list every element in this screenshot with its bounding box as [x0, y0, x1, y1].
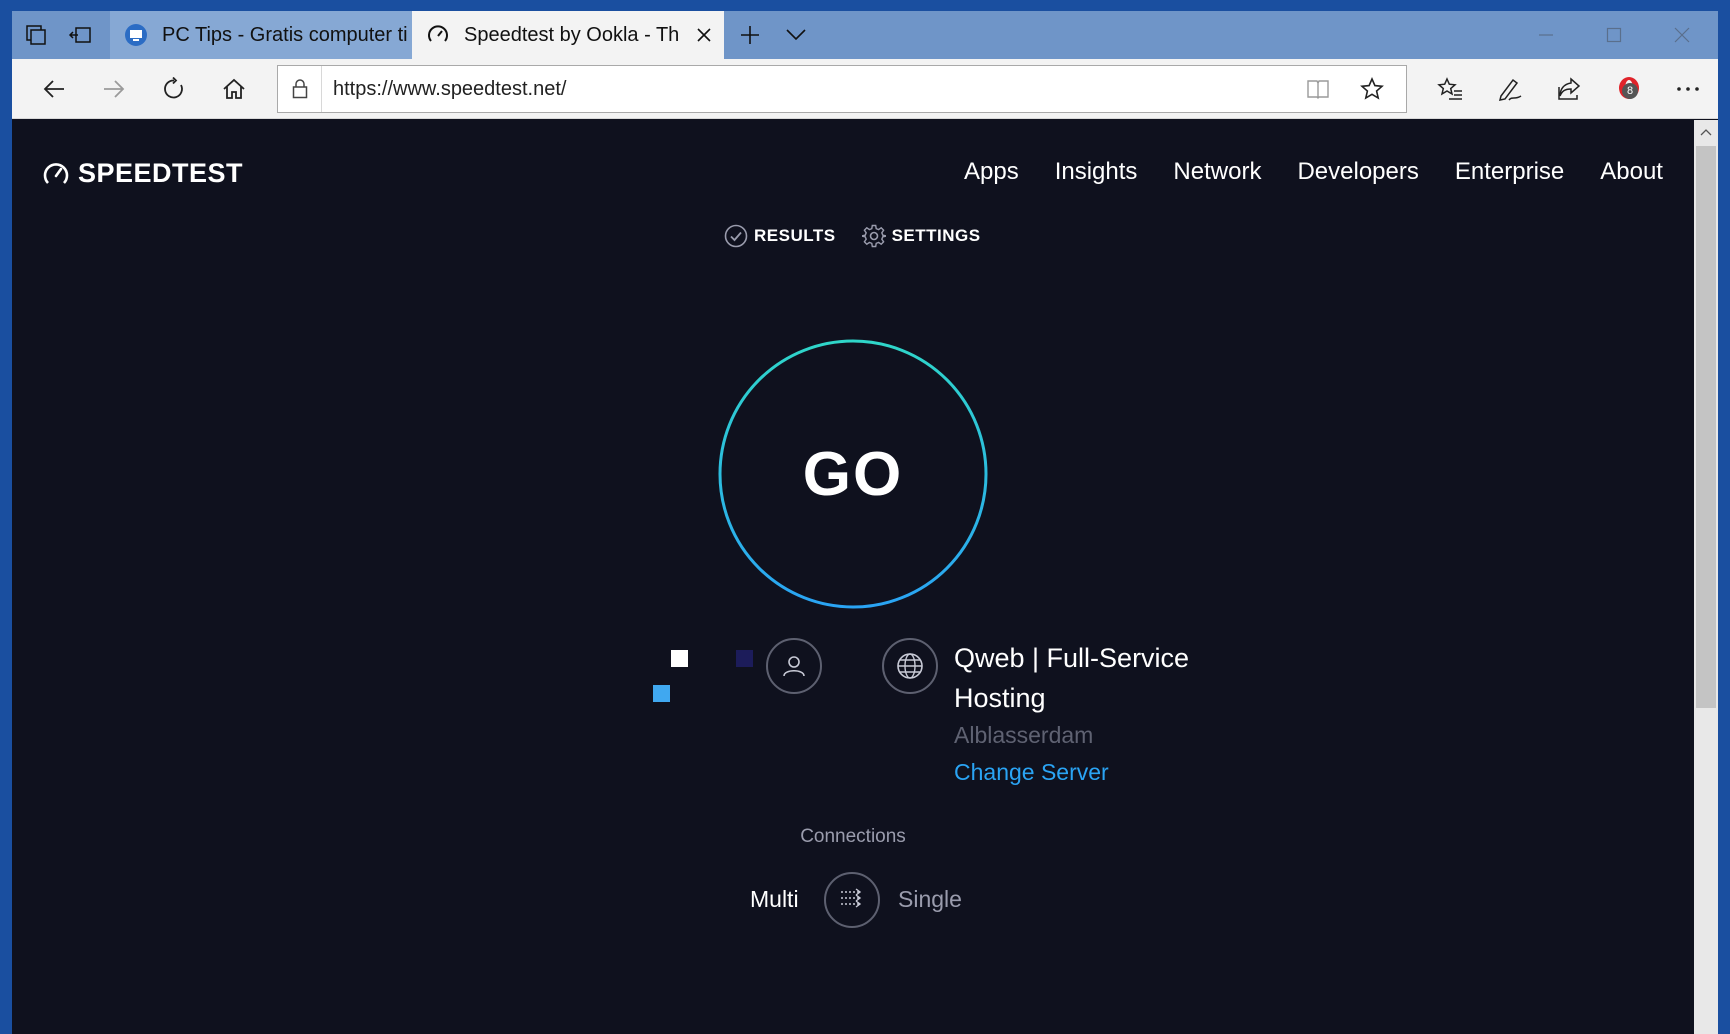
provider-badge[interactable] — [766, 638, 822, 694]
book-icon — [1307, 80, 1329, 99]
nav-apps[interactable]: Apps — [964, 158, 1019, 186]
plus-icon — [741, 26, 759, 44]
address-text[interactable]: https://www.speedtest.net/ — [333, 78, 566, 101]
more-menu-button[interactable] — [1662, 65, 1714, 113]
main-nav: Apps Insights Network Developers Enterpr… — [964, 158, 1694, 186]
close-window-button[interactable] — [1648, 11, 1716, 59]
nav-about[interactable]: About — [1600, 158, 1663, 186]
chevron-down-icon — [786, 29, 806, 41]
server-name: Qweb | Full-Service Hosting — [954, 643, 1190, 713]
lock-icon[interactable] — [278, 66, 322, 112]
server-badge[interactable] — [882, 638, 938, 694]
settings-link[interactable]: SETTINGS — [861, 224, 981, 248]
speedtest-favicon-icon — [428, 25, 448, 42]
tab-list-button[interactable] — [772, 11, 820, 59]
home-button[interactable] — [208, 65, 260, 113]
close-tab-button[interactable] — [684, 11, 724, 59]
go-button[interactable]: GO — [717, 338, 989, 610]
close-icon — [1674, 27, 1690, 43]
favorites-list-icon — [1437, 77, 1462, 100]
back-button[interactable] — [28, 65, 80, 113]
minimize-button[interactable] — [1512, 11, 1580, 59]
results-label: RESULTS — [754, 226, 836, 245]
maximize-button[interactable] — [1580, 11, 1648, 59]
speedtest-logo[interactable]: SPEEDTEST — [42, 158, 243, 189]
check-circle-icon — [724, 224, 748, 248]
share-icon — [1558, 77, 1581, 100]
tab-preview-button[interactable] — [12, 11, 60, 59]
logo-square-navy — [736, 650, 753, 667]
nav-insights[interactable]: Insights — [1055, 158, 1138, 186]
reading-view-button[interactable] — [1296, 66, 1340, 112]
gear-icon — [861, 224, 886, 248]
add-favorite-button[interactable] — [1350, 66, 1394, 112]
connections-toggle-row: Multi Single — [12, 872, 1694, 928]
connections-single-option[interactable]: Single — [898, 886, 962, 913]
logo-text: SPEEDTEST — [78, 158, 244, 188]
scroll-up-button[interactable] — [1694, 120, 1718, 144]
forward-button[interactable] — [88, 65, 140, 113]
tab-strip: PC Tips - Gratis computer ti Speedtest b… — [12, 11, 1718, 59]
maximize-icon — [1606, 27, 1622, 43]
arrow-right-icon — [104, 80, 125, 98]
globe-icon — [897, 653, 923, 679]
speedtest-page: SPEEDTEST Apps Insights Network Develope… — [12, 120, 1694, 1034]
tab-title: Speedtest by Ookla - Th — [464, 23, 680, 46]
tabs-aside-icon — [68, 27, 91, 43]
tab-preview-icon — [26, 25, 46, 45]
ellipsis-icon — [1677, 87, 1699, 91]
scrollbar-thumb[interactable] — [1696, 146, 1716, 708]
new-tab-button[interactable] — [726, 11, 774, 59]
extension-badge: 8 — [1622, 83, 1638, 99]
tab-title: PC Tips - Gratis computer ti — [162, 23, 408, 46]
logo-square-white — [671, 650, 688, 667]
set-tabs-aside-button[interactable] — [56, 11, 104, 59]
tab-speedtest[interactable]: Speedtest by Ookla - Th — [412, 11, 724, 59]
pen-icon — [1498, 78, 1522, 101]
minimize-icon — [1539, 34, 1553, 36]
share-button[interactable] — [1544, 65, 1596, 113]
nav-developers[interactable]: Developers — [1297, 158, 1418, 186]
connections-label: Connections — [800, 826, 906, 847]
star-icon — [1360, 77, 1384, 100]
speedometer-icon — [43, 162, 69, 184]
opera-extension-button[interactable]: 8 — [1604, 65, 1656, 113]
refresh-icon — [164, 77, 183, 99]
tab-pctips[interactable]: PC Tips - Gratis computer ti — [110, 11, 412, 59]
go-label[interactable]: GO — [717, 338, 989, 610]
nav-enterprise[interactable]: Enterprise — [1455, 158, 1564, 186]
browser-toolbar: https://www.speedtest.net/ 8 — [12, 59, 1718, 119]
connections-toggle[interactable] — [824, 872, 880, 928]
server-location: Alblasserdam — [954, 722, 1094, 748]
change-server-link[interactable]: Change Server — [954, 759, 1254, 786]
favorites-hub-button[interactable] — [1424, 65, 1476, 113]
web-note-button[interactable] — [1484, 65, 1536, 113]
address-bar[interactable]: https://www.speedtest.net/ — [277, 65, 1407, 113]
settings-label: SETTINGS — [891, 226, 981, 245]
sub-nav: RESULTS SETTINGS — [724, 224, 1007, 248]
user-icon — [783, 656, 805, 677]
multi-connection-icon — [841, 888, 862, 908]
close-icon — [697, 28, 711, 42]
page-scrollbar[interactable] — [1694, 120, 1718, 1034]
connections-multi-option[interactable]: Multi — [750, 886, 799, 913]
browser-window: PC Tips - Gratis computer ti Speedtest b… — [12, 11, 1718, 1034]
nav-network[interactable]: Network — [1173, 158, 1261, 186]
results-link[interactable]: RESULTS — [724, 224, 836, 248]
server-info: Qweb | Full-Service Hosting Alblasserdam… — [954, 638, 1254, 786]
arrow-left-icon — [43, 80, 64, 98]
refresh-button[interactable] — [148, 65, 200, 113]
pctips-favicon-icon — [125, 24, 147, 46]
logo-square-blue — [653, 685, 670, 702]
chevron-up-icon — [1700, 129, 1712, 136]
home-icon — [223, 78, 245, 99]
